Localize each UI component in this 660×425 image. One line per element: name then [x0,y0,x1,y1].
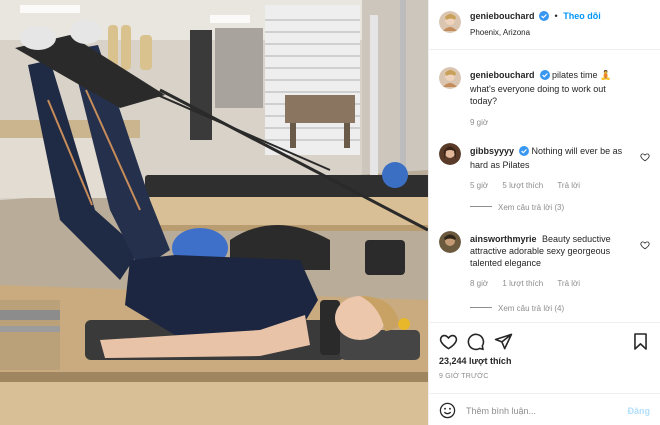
share-icon[interactable] [494,332,513,353]
comment-like-heart-icon[interactable] [640,240,650,252]
heart-icon[interactable] [439,332,458,353]
bookmark-icon[interactable] [631,332,650,353]
comments-section: geniebouchard pilates time 🧘 what's ever… [429,50,660,321]
pilates-photo-illustration [0,0,428,425]
comment-time: 5 giờ [470,181,489,190]
view-replies-label: Xem câu trả lời (3) [498,203,565,212]
comment-like-heart-icon[interactable] [640,152,650,164]
comment-icon[interactable] [466,332,485,353]
comment-reply-button[interactable]: Trả lời [557,181,580,190]
view-replies-label: Xem câu trả lời (4) [498,304,565,313]
post-actions: 23,244 lượt thích 9 GIỜ TRƯỚC Thêm bình … [429,322,660,425]
caption-author-avatar[interactable] [439,67,461,89]
post-time-ago: 9 GIỜ TRƯỚC [439,373,489,380]
add-comment-bar: Thêm bình luận... Đăng [429,393,660,425]
view-replies-button[interactable]: Xem câu trả lời (3) [470,203,564,212]
comment-reply-button[interactable]: Trả lời [557,279,580,288]
separator-dot: • [554,11,558,21]
author-username[interactable]: geniebouchard [470,11,535,21]
instagram-post-view: geniebouchard • Theo dõi Phoenix, Arizon… [0,0,660,425]
verified-badge-icon [539,11,550,24]
comment-likes[interactable]: 1 lượt thích [502,279,543,288]
verified-badge-icon [519,146,530,159]
commenter-avatar[interactable] [439,143,461,165]
like-count[interactable]: 23,244 lượt thích [439,356,511,366]
caption-username[interactable]: geniebouchard [470,70,535,80]
comment-input[interactable]: Thêm bình luận... [466,406,536,416]
emoji-icon[interactable] [439,402,456,421]
comment-time: 8 giờ [470,279,489,288]
commenter-avatar[interactable] [439,231,461,253]
view-replies-button[interactable]: Xem câu trả lời (4) [470,304,564,313]
post-photo[interactable] [0,0,428,425]
verified-badge-icon [539,70,550,83]
post-side-panel: geniebouchard • Theo dõi Phoenix, Arizon… [428,0,660,425]
author-avatar[interactable] [439,11,461,33]
post-location[interactable]: Phoenix, Arizona [470,27,601,38]
commenter-username[interactable]: gibbsyyyy [470,146,514,156]
follow-button[interactable]: Theo dõi [563,11,601,21]
meditation-emoji-icon: 🧘 [600,70,612,80]
post-comment-button[interactable]: Đăng [628,406,651,416]
commenter-username[interactable]: ainsworthmyrie [470,234,537,244]
caption-text: pilates time [552,70,598,80]
caption-time: 9 giờ [470,118,489,127]
comment-likes[interactable]: 5 lượt thích [502,181,543,190]
caption-text-line2: what's everyone doing to work out today? [470,84,606,106]
post-header: geniebouchard • Theo dõi Phoenix, Arizon… [429,0,660,50]
